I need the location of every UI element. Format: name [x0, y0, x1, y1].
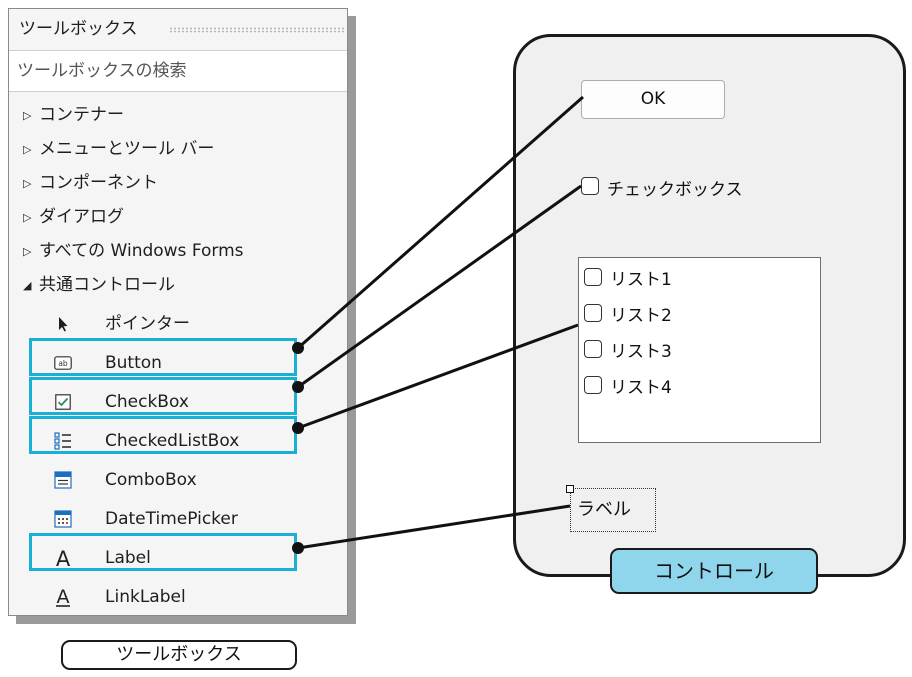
- connector-dot-checked-list-box: [292, 422, 304, 434]
- connector-line-checkbox: [297, 184, 582, 389]
- connector-dot-checkbox: [292, 381, 304, 393]
- connector-line-checked-list-box: [297, 323, 579, 430]
- connector-dot-button: [292, 342, 304, 354]
- connector-line-button: [297, 95, 584, 350]
- connector-overlay: [292, 95, 584, 554]
- connector-dot-label: [292, 542, 304, 554]
- connector-line-label: [297, 504, 571, 550]
